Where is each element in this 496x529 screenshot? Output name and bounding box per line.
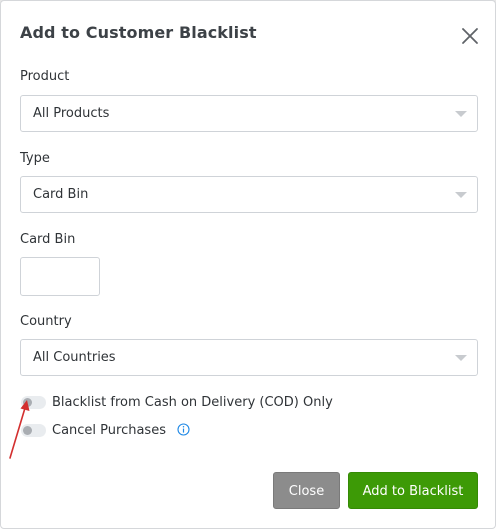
card-bin-label: Card Bin — [20, 232, 76, 247]
chevron-down-icon — [455, 192, 467, 198]
type-select-value: Card Bin — [33, 187, 89, 202]
blacklist-modal: Add to Customer Blacklist Product All Pr… — [0, 0, 496, 529]
country-label: Country — [20, 314, 72, 329]
chevron-down-icon — [455, 111, 467, 117]
product-label: Product — [20, 69, 70, 84]
modal-title: Add to Customer Blacklist — [20, 23, 257, 42]
type-select[interactable]: Card Bin — [20, 176, 478, 213]
cancel-purchases-label: Cancel Purchases — [52, 423, 166, 438]
card-bin-input[interactable] — [20, 257, 100, 296]
close-icon[interactable] — [460, 26, 480, 46]
arrow-annotation — [9, 400, 30, 459]
add-to-blacklist-button[interactable]: Add to Blacklist — [348, 472, 478, 509]
country-select[interactable]: All Countries — [20, 339, 478, 376]
info-icon[interactable] — [177, 423, 190, 436]
close-button[interactable]: Close — [273, 472, 340, 509]
type-label: Type — [20, 151, 50, 166]
product-select[interactable]: All Products — [20, 95, 478, 132]
cod-only-label: Blacklist from Cash on Delivery (COD) On… — [52, 395, 333, 410]
chevron-down-icon — [455, 355, 467, 361]
country-select-value: All Countries — [33, 350, 116, 365]
product-select-value: All Products — [33, 106, 110, 121]
